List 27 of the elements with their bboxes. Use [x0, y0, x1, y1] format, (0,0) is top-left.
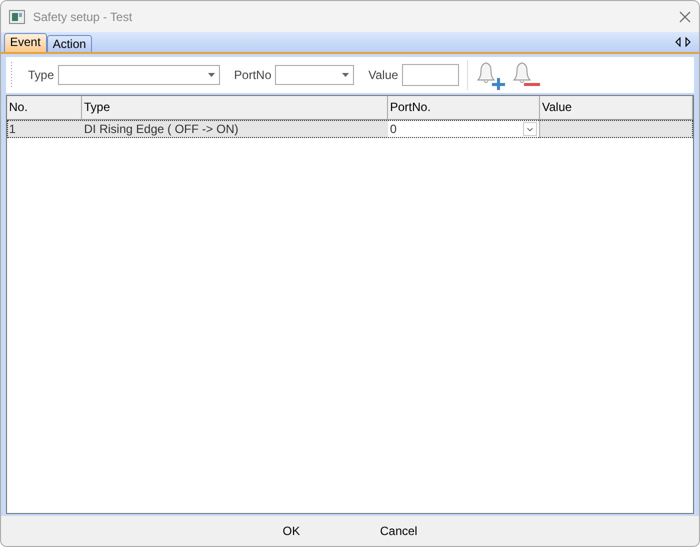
dialog-button[interactable]: OK — [272, 521, 310, 541]
column-header[interactable]: No. — [7, 96, 82, 119]
column-header[interactable]: Type — [82, 96, 388, 119]
dropdown-icon[interactable] — [523, 122, 537, 136]
app-icon — [9, 10, 25, 24]
portno-dropdown[interactable] — [275, 65, 354, 85]
table-cell-text: DI Rising Edge ( OFF -> ON) — [83, 121, 240, 138]
column-header[interactable]: Value — [540, 96, 693, 119]
portno-label: PortNo — [234, 68, 272, 82]
scroll-right-icon[interactable] — [685, 37, 691, 47]
type-label: Type — [28, 68, 54, 82]
dialog-button[interactable]: Cancel — [370, 521, 428, 541]
scroll-left-icon[interactable] — [675, 37, 681, 47]
table-cell-text: 1 — [8, 121, 17, 138]
column-header[interactable]: PortNo. — [388, 96, 540, 119]
window-title: Safety setup - Test — [33, 10, 132, 24]
table-row[interactable]: 1 DI Rising Edge ( OFF -> ON) 0 — [7, 120, 693, 138]
caret-icon — [208, 73, 216, 77]
value-label: Value — [368, 68, 398, 82]
caret-icon — [342, 73, 350, 77]
close-icon[interactable] — [679, 10, 691, 22]
type-dropdown[interactable] — [58, 65, 220, 85]
table-cell: 0 — [390, 122, 397, 136]
tab[interactable]: Event — [4, 33, 47, 52]
value-field[interactable] — [402, 64, 460, 86]
bell-add-icon[interactable] — [474, 60, 506, 90]
tab[interactable]: Action — [46, 35, 92, 52]
